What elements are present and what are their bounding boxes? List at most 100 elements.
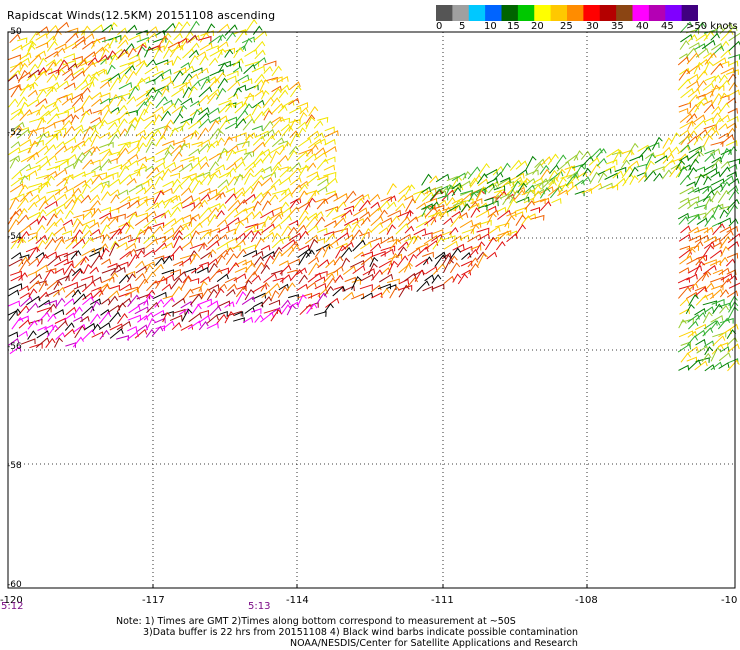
wind-barb bbox=[27, 235, 38, 242]
wind-barb bbox=[91, 165, 102, 172]
wind-barb bbox=[171, 70, 184, 84]
wind-barb bbox=[475, 209, 490, 218]
wind-barb bbox=[226, 237, 238, 244]
lon-label: -114 bbox=[286, 595, 309, 606]
wind-barb bbox=[61, 230, 72, 237]
wind-barb bbox=[45, 221, 58, 234]
wind-barb bbox=[556, 161, 571, 172]
wind-barb bbox=[19, 292, 31, 299]
wind-barb bbox=[378, 273, 394, 283]
wind-barb bbox=[693, 204, 707, 210]
wind-barb bbox=[162, 234, 176, 243]
wind-barb bbox=[64, 328, 75, 338]
wind-barb bbox=[197, 298, 212, 306]
wind-barb bbox=[288, 118, 299, 132]
wind-barb bbox=[45, 337, 56, 348]
wind-barb bbox=[287, 226, 298, 237]
wind-barb bbox=[145, 140, 156, 153]
wind-barb bbox=[46, 40, 58, 52]
wind-barb bbox=[251, 103, 262, 116]
wind-barb bbox=[128, 253, 140, 267]
wind-barb bbox=[8, 258, 24, 267]
wind-barb bbox=[163, 198, 175, 209]
wind-barb bbox=[371, 292, 383, 299]
wind-barb bbox=[117, 39, 129, 49]
colorbar-label: 45 bbox=[661, 21, 674, 32]
wind-barb bbox=[145, 328, 156, 338]
wind-barb bbox=[217, 179, 229, 189]
wind-barb bbox=[325, 233, 336, 243]
wind-barb bbox=[134, 306, 149, 315]
wind-barb bbox=[242, 37, 253, 51]
wind-barb bbox=[135, 249, 145, 259]
wind-barb bbox=[160, 110, 172, 122]
wind-barb bbox=[421, 173, 433, 186]
wind-barb bbox=[521, 215, 532, 226]
colorbar-label: 30 bbox=[586, 21, 599, 32]
wind-barb bbox=[298, 190, 308, 201]
wind-barb bbox=[161, 187, 173, 194]
wind-barb bbox=[28, 246, 40, 260]
wind-barb bbox=[126, 177, 137, 186]
wind-barb bbox=[46, 188, 61, 195]
wind-barb bbox=[710, 361, 723, 371]
wind-barb bbox=[119, 261, 129, 268]
wind-barb bbox=[289, 106, 302, 114]
wind-barb bbox=[251, 308, 262, 314]
wind-barb bbox=[271, 206, 282, 213]
wind-barb bbox=[28, 288, 38, 298]
wind-barb bbox=[191, 179, 203, 194]
wind-barb bbox=[73, 179, 87, 189]
wind-barb bbox=[136, 212, 148, 219]
wind-barb bbox=[81, 219, 96, 226]
wind-barb bbox=[251, 250, 264, 258]
wind-barb bbox=[369, 242, 382, 252]
wind-barb bbox=[99, 81, 111, 89]
wind-barb bbox=[67, 62, 78, 71]
wind-barb bbox=[80, 110, 90, 123]
wind-barb bbox=[99, 329, 110, 340]
wind-barb bbox=[27, 89, 38, 97]
wind-barb bbox=[171, 87, 185, 98]
wind-barb bbox=[241, 296, 255, 306]
wind-barb bbox=[223, 247, 234, 258]
wind-barb bbox=[525, 155, 537, 170]
wind-barb bbox=[551, 197, 562, 204]
wind-barb bbox=[532, 190, 542, 201]
wind-barb bbox=[679, 174, 691, 186]
wind-barb bbox=[146, 26, 158, 35]
lat-label: -60 bbox=[7, 580, 22, 590]
wind-barb bbox=[127, 34, 141, 41]
wind-barb bbox=[208, 57, 219, 66]
wind-barb bbox=[244, 306, 256, 314]
wind-barb bbox=[725, 258, 736, 267]
wind-barb bbox=[143, 233, 156, 245]
wind-barb bbox=[243, 244, 256, 251]
wind-barb bbox=[227, 199, 241, 212]
wind-barb bbox=[90, 133, 101, 147]
wind-barb bbox=[281, 125, 294, 137]
wind-barb bbox=[137, 43, 147, 55]
wind-barb bbox=[55, 297, 66, 308]
wind-barb bbox=[726, 336, 738, 346]
wind-barb bbox=[270, 178, 282, 188]
wind-barb bbox=[63, 82, 76, 90]
wind-barb bbox=[65, 238, 78, 250]
wind-barb bbox=[143, 249, 156, 258]
wind-barb bbox=[91, 289, 104, 300]
wind-barb bbox=[28, 257, 40, 267]
wind-barb bbox=[487, 225, 501, 235]
wind-barb bbox=[305, 224, 319, 235]
wind-barb bbox=[352, 239, 366, 252]
colorbar-swatch bbox=[599, 5, 617, 21]
wind-barb bbox=[678, 107, 689, 114]
wind-barb bbox=[695, 70, 708, 82]
lat-label: -50 bbox=[7, 27, 22, 37]
wind-barb bbox=[298, 137, 312, 148]
wind-barb bbox=[686, 181, 696, 188]
wind-barb bbox=[72, 336, 85, 348]
wind-barb bbox=[468, 262, 479, 275]
wind-barb bbox=[64, 209, 74, 220]
wind-barb bbox=[677, 343, 692, 353]
wind-barb bbox=[27, 129, 38, 140]
